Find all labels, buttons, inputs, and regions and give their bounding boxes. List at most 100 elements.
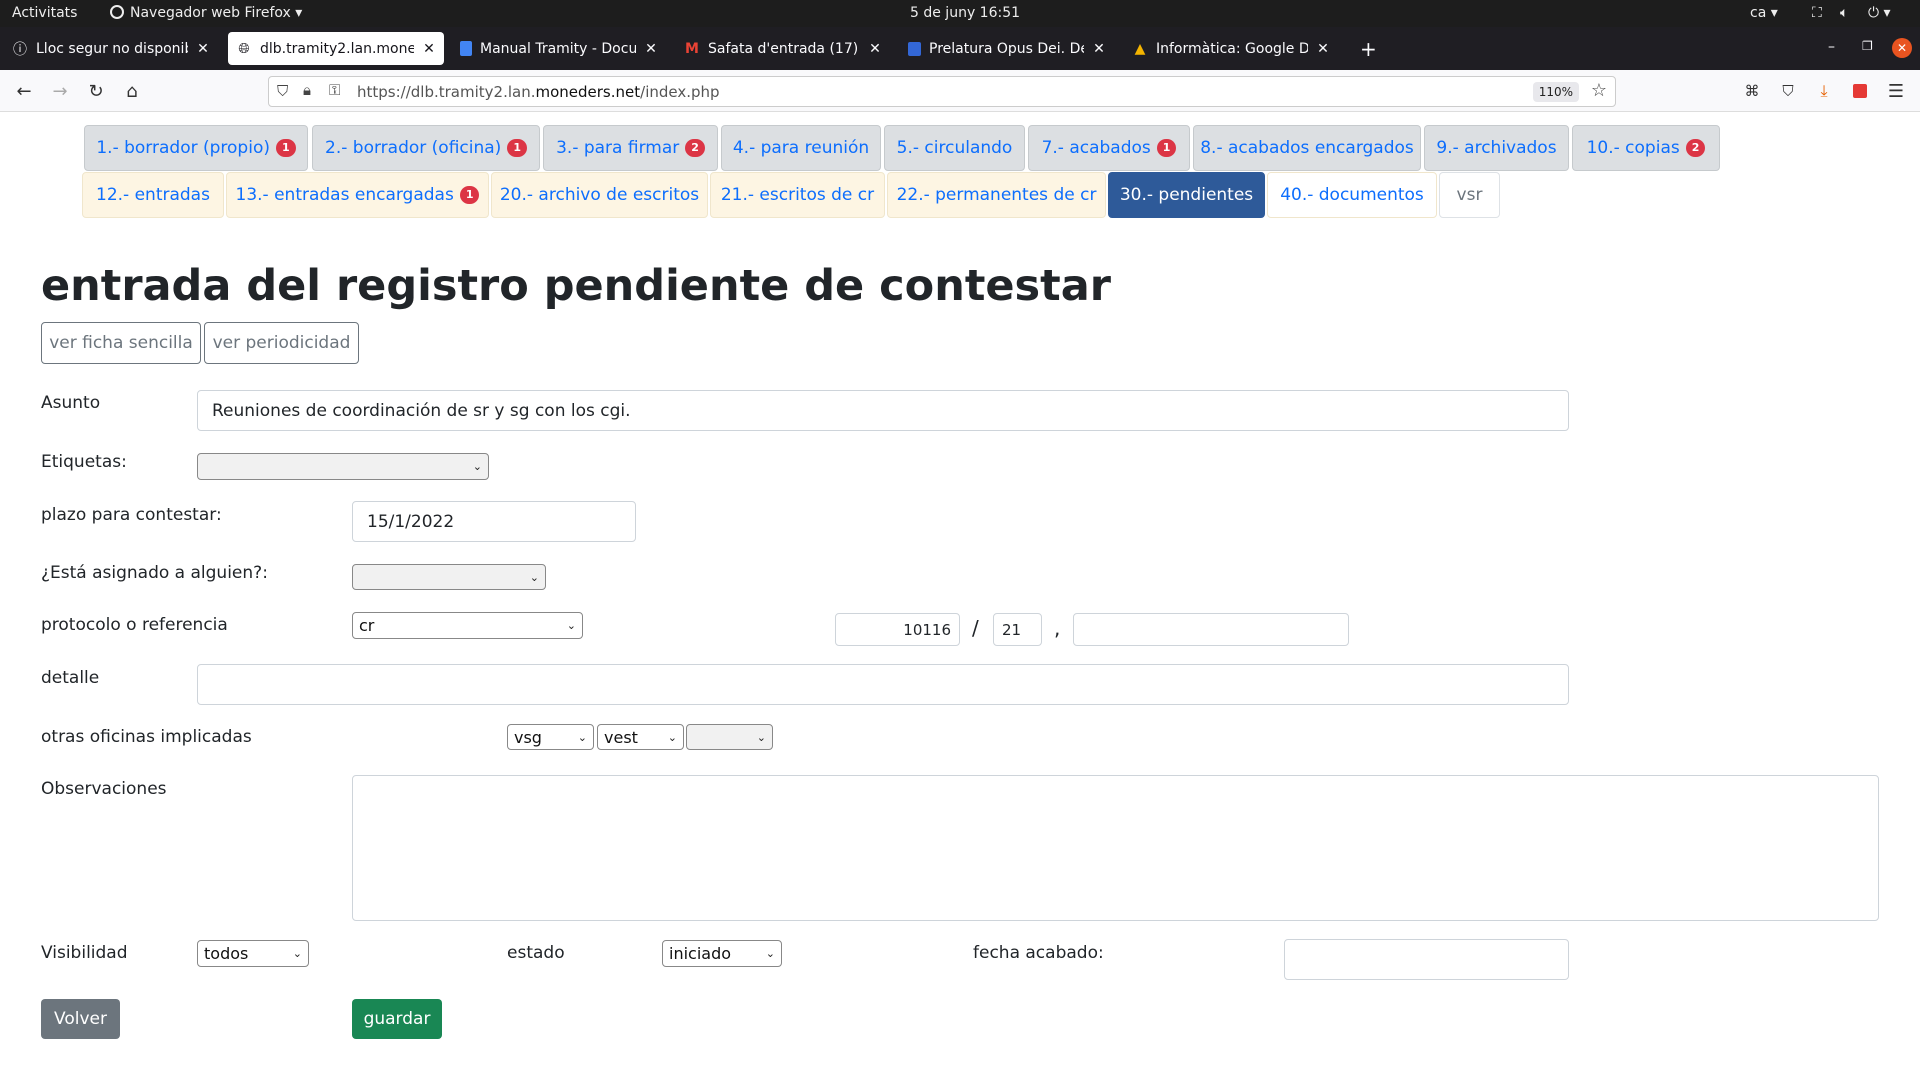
activities-button[interactable]: Activitats xyxy=(12,5,77,21)
otras-oficinas-select-3[interactable]: ⌄ xyxy=(686,724,773,750)
nav-tab-label: vsr xyxy=(1456,185,1483,205)
new-tab-plus-icon[interactable]: + xyxy=(1360,37,1377,61)
pocket-icon[interactable]: ⛉ xyxy=(1776,79,1800,103)
otras-oficinas-select-1[interactable]: vsg ⌄ xyxy=(507,724,594,750)
close-icon[interactable]: ✕ xyxy=(868,41,882,57)
nav-tab-archivados[interactable]: 9.- archivados xyxy=(1424,125,1569,171)
nav-tab-label: 30.- pendientes xyxy=(1119,185,1254,205)
language-indicator[interactable]: ca ▾ xyxy=(1750,5,1778,21)
volver-button[interactable]: Volver xyxy=(41,999,120,1039)
close-icon[interactable]: ✕ xyxy=(1316,41,1330,57)
bookmark-star-icon[interactable]: ☆ xyxy=(1591,80,1607,101)
url-path: /index.php xyxy=(640,83,720,101)
close-icon[interactable]: ✕ xyxy=(644,41,658,57)
nav-tab-para-firmar[interactable]: 3.- para firmar 2 xyxy=(543,125,718,171)
tab-prelatura[interactable]: Prelatura Opus Dei. Dele ✕ xyxy=(900,32,1114,65)
nav-tab-documentos[interactable]: 40.- documentos xyxy=(1267,172,1437,218)
close-icon[interactable]: ✕ xyxy=(422,41,436,57)
clock[interactable]: 5 de juny 16:51 xyxy=(910,5,1020,21)
network-icon[interactable]: ⛶ xyxy=(1812,5,1822,21)
nav-tab-label: 22.- permanentes de cr xyxy=(896,185,1097,205)
page-title: entrada del registro pendiente de contes… xyxy=(41,261,1111,311)
detalle-input[interactable] xyxy=(197,664,1569,705)
nav-tab-para-reunion[interactable]: 4.- para reunión xyxy=(721,125,881,171)
nav-tab-permanentes-cr[interactable]: 22.- permanentes de cr xyxy=(887,172,1106,218)
protocolo-year-input[interactable]: 21 xyxy=(993,613,1042,646)
nav-tab-entradas[interactable]: 12.- entradas xyxy=(82,172,224,218)
nav-tab-label: 12.- entradas xyxy=(96,185,210,205)
url-bar[interactable]: ⛉ 🔒︎ ⚿ https://dlb.tramity2.lan.moneders… xyxy=(268,76,1616,107)
protocolo-comma: , xyxy=(1054,616,1061,640)
fecha-acabado-label: fecha acabado: xyxy=(973,943,1104,963)
ver-ficha-sencilla-button[interactable]: ver ficha sencilla xyxy=(41,322,201,364)
nav-tab-archivo-escritos[interactable]: 20.- archivo de escritos xyxy=(491,172,708,218)
plazo-date-input[interactable]: 15/1/2022 xyxy=(352,501,636,542)
tab-lloc-segur[interactable]: ⓘ Lloc segur no disponible ✕ xyxy=(4,32,218,65)
nav-tab-label: 8.- acabados encargados xyxy=(1200,138,1414,158)
zoom-indicator[interactable]: 110% xyxy=(1532,82,1579,102)
menu-hamburger-icon[interactable]: ☰ xyxy=(1884,79,1908,103)
fecha-acabado-input[interactable] xyxy=(1284,939,1569,980)
minimize-icon[interactable]: – xyxy=(1828,39,1835,55)
otras-oficinas-label: otras oficinas implicadas xyxy=(41,727,252,747)
nav-tab-entradas-encargadas[interactable]: 13.- entradas encargadas 1 xyxy=(226,172,489,218)
tab-gmail[interactable]: M Safata d'entrada (17) - jo ✕ xyxy=(676,32,890,65)
observaciones-textarea[interactable] xyxy=(352,775,1879,921)
power-icon[interactable]: ⏻ ▾ xyxy=(1868,5,1891,21)
tab-manual[interactable]: Manual Tramity - Docume ✕ xyxy=(452,32,666,65)
nav-tab-label: 1.- borrador (propio) xyxy=(96,138,270,158)
nav-tab-circulando[interactable]: 5.- circulando xyxy=(884,125,1025,171)
nav-tab-acabados[interactable]: 7.- acabados 1 xyxy=(1028,125,1190,171)
permissions-key-icon[interactable]: ⚿ xyxy=(329,81,340,99)
tab-title: Manual Tramity - Docume xyxy=(480,40,636,57)
nav-tab-label: 3.- para firmar xyxy=(556,138,680,158)
asignado-select[interactable]: ⌄ xyxy=(352,564,546,590)
app-menu[interactable]: Navegador web Firefox ▾ xyxy=(110,5,302,21)
protocolo-select[interactable]: cr ⌄ xyxy=(352,612,583,639)
lock-icon[interactable]: 🔒︎ xyxy=(303,81,311,99)
etiquetas-label: Etiquetas: xyxy=(41,452,127,472)
nav-tab-borrador-oficina[interactable]: 2.- borrador (oficina) 1 xyxy=(312,125,540,171)
visibilidad-label: Visibilidad xyxy=(41,943,128,963)
guardar-button[interactable]: guardar xyxy=(352,999,442,1039)
tab-title: Prelatura Opus Dei. Dele xyxy=(929,40,1084,57)
browser-tab-bar: ⓘ Lloc segur no disponible ✕ 🌐︎ dlb.tram… xyxy=(0,27,1920,70)
extension-icon[interactable] xyxy=(1848,79,1872,103)
tab-title: Safata d'entrada (17) - jo xyxy=(708,40,860,57)
window-close-icon[interactable]: ✕ xyxy=(1892,38,1912,58)
volume-icon[interactable]: 🔈︎ xyxy=(1840,5,1848,21)
forward-arrow-icon[interactable]: → xyxy=(48,79,72,103)
restore-icon[interactable]: ❐ xyxy=(1862,39,1873,53)
nav-tab-pendientes[interactable]: 30.- pendientes xyxy=(1108,172,1265,218)
close-icon[interactable]: ✕ xyxy=(196,41,210,57)
tab-tramity[interactable]: 🌐︎ dlb.tramity2.lan.moneders ✕ xyxy=(228,32,444,65)
ver-periodicidad-button[interactable]: ver periodicidad xyxy=(204,322,359,364)
observaciones-label: Observaciones xyxy=(41,779,167,799)
close-icon[interactable]: ✕ xyxy=(1092,41,1106,57)
globe-icon: 🌐︎ xyxy=(238,40,250,57)
nav-tab-acabados-encargados[interactable]: 8.- acabados encargados xyxy=(1193,125,1421,171)
nav-tab-vsr[interactable]: vsr xyxy=(1439,172,1500,218)
download-icon[interactable]: ⤓ xyxy=(1812,79,1836,103)
nav-tab-copias[interactable]: 10.- copias 2 xyxy=(1572,125,1720,171)
tab-drive[interactable]: ▲ Informàtica: Google Drive ✕ xyxy=(1124,32,1338,65)
nav-tab-label: 7.- acabados xyxy=(1041,138,1151,158)
etiquetas-select[interactable]: ⌄ xyxy=(197,453,489,480)
nav-tab-borrador-propio[interactable]: 1.- borrador (propio) 1 xyxy=(84,125,308,171)
protocolo-number-input[interactable]: 10116 xyxy=(835,613,960,646)
back-arrow-icon[interactable]: ← xyxy=(12,79,36,103)
gmail-icon: M xyxy=(685,40,699,57)
shield-icon[interactable]: ⛉ xyxy=(277,82,288,100)
reload-icon[interactable]: ↻ xyxy=(84,79,108,103)
home-icon[interactable]: ⌂ xyxy=(120,79,144,103)
docs-icon xyxy=(460,41,472,56)
nav-tab-label: 10.- copias xyxy=(1586,138,1680,158)
otras-oficinas-select-2[interactable]: vest ⌄ xyxy=(597,724,684,750)
page-content: 1.- borrador (propio) 1 2.- borrador (ofi… xyxy=(0,113,1920,1080)
protocolo-extra-input[interactable] xyxy=(1073,613,1349,646)
library-icon[interactable]: ⌘ xyxy=(1740,79,1764,103)
nav-tab-escritos-cr[interactable]: 21.- escritos de cr xyxy=(710,172,885,218)
asunto-input[interactable]: Reuniones de coordinación de sr y sg con… xyxy=(197,390,1569,431)
visibilidad-select[interactable]: todos ⌄ xyxy=(197,940,309,967)
estado-select[interactable]: iniciado ⌄ xyxy=(662,940,782,967)
